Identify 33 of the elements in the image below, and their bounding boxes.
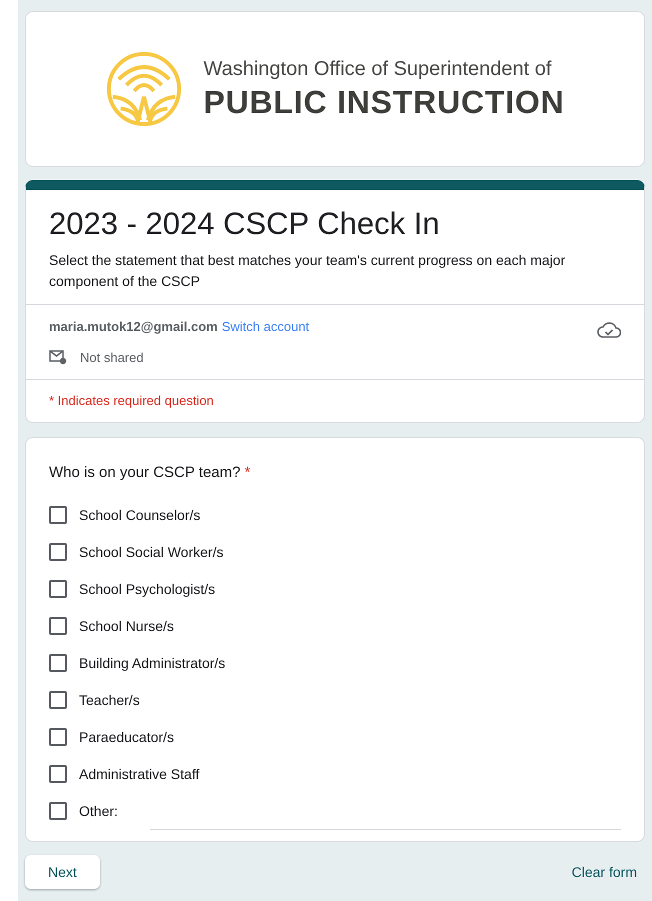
checkbox[interactable] <box>49 654 67 672</box>
sharing-status: Not shared <box>80 348 144 366</box>
option-label: Administrative Staff <box>79 764 200 784</box>
form-title: 2023 - 2024 CSCP Check In <box>49 205 441 243</box>
next-button[interactable]: Next <box>25 855 100 889</box>
logo-subtitle: Washington Office of Superintendent of <box>203 56 552 82</box>
checkbox[interactable] <box>49 506 67 524</box>
option-label: Building Administrator/s <box>79 654 226 673</box>
checkbox[interactable] <box>49 765 67 783</box>
required-mark: * <box>244 462 250 482</box>
logo-title: PUBLIC INSTRUCTION <box>203 82 565 122</box>
checkbox[interactable] <box>49 728 67 746</box>
option-label: Other: <box>79 802 118 820</box>
mail-off-icon <box>49 349 67 366</box>
logo-icon <box>105 50 184 128</box>
switch-account-link[interactable]: Switch account <box>222 317 310 336</box>
option-label: Paraeducator/s <box>79 728 174 746</box>
checkbox[interactable] <box>49 580 67 598</box>
cloud-check-icon <box>597 321 621 339</box>
checkbox[interactable] <box>49 691 67 709</box>
option-label: Teacher/s <box>79 690 140 710</box>
form-description: Select the statement that best matches your team's current progress on each major component of the CSCP <box>49 251 566 291</box>
question-text: Who is on your CSCP team? <box>49 462 240 482</box>
checkbox[interactable] <box>49 543 67 561</box>
option-label: School Counselor/s <box>79 506 200 524</box>
option-label: School Psychologist/s <box>79 580 216 599</box>
clear-form-button[interactable]: Clear form <box>572 862 645 882</box>
option-label: School Nurse/s <box>79 616 174 636</box>
checkbox[interactable] <box>49 617 67 635</box>
account-email: maria.mutok12@gmail.com <box>49 318 218 336</box>
checkbox[interactable] <box>49 802 67 820</box>
required-note: * Indicates required question <box>48 392 215 410</box>
option-label: School Social Worker/s <box>79 542 224 562</box>
